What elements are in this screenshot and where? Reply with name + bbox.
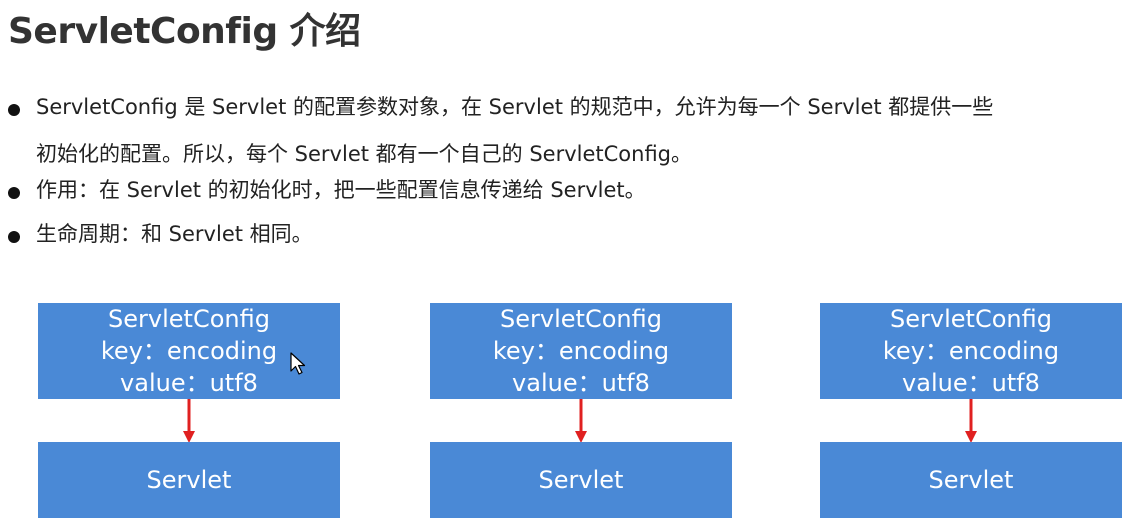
down-arrow-icon: [575, 399, 587, 443]
servletconfig-title: ServletConfig: [890, 305, 1052, 333]
diagram-column: ServletConfig key：encoding value：utf8 Se…: [38, 303, 340, 518]
servletconfig-box: ServletConfig key：encoding value：utf8: [38, 303, 340, 399]
servletconfig-key: key：encoding: [492, 337, 670, 365]
diagram-column: ServletConfig key：encoding value：utf8 Se…: [820, 303, 1122, 518]
servlet-box: Servlet: [38, 442, 340, 518]
servlet-box: Servlet: [430, 442, 732, 518]
servletconfig-box: ServletConfig key：encoding value：utf8: [820, 303, 1122, 399]
mouse-pointer-icon: [290, 352, 306, 375]
servletconfig-title: ServletConfig: [500, 305, 662, 333]
servletconfig-title: ServletConfig: [108, 305, 270, 333]
servletconfig-diagram: ServletConfig key：encoding value：utf8 Se…: [0, 0, 1129, 526]
diagram-column: ServletConfig key：encoding value：utf8 Se…: [430, 303, 732, 518]
down-arrow-icon: [183, 399, 195, 443]
servletconfig-value: value：utf8: [512, 369, 650, 397]
servletconfig-value: value：utf8: [902, 369, 1040, 397]
servletconfig-key: key：encoding: [882, 337, 1060, 365]
servletconfig-box: ServletConfig key：encoding value：utf8: [430, 303, 732, 399]
servlet-box: Servlet: [820, 442, 1122, 518]
down-arrow-icon: [965, 399, 977, 443]
